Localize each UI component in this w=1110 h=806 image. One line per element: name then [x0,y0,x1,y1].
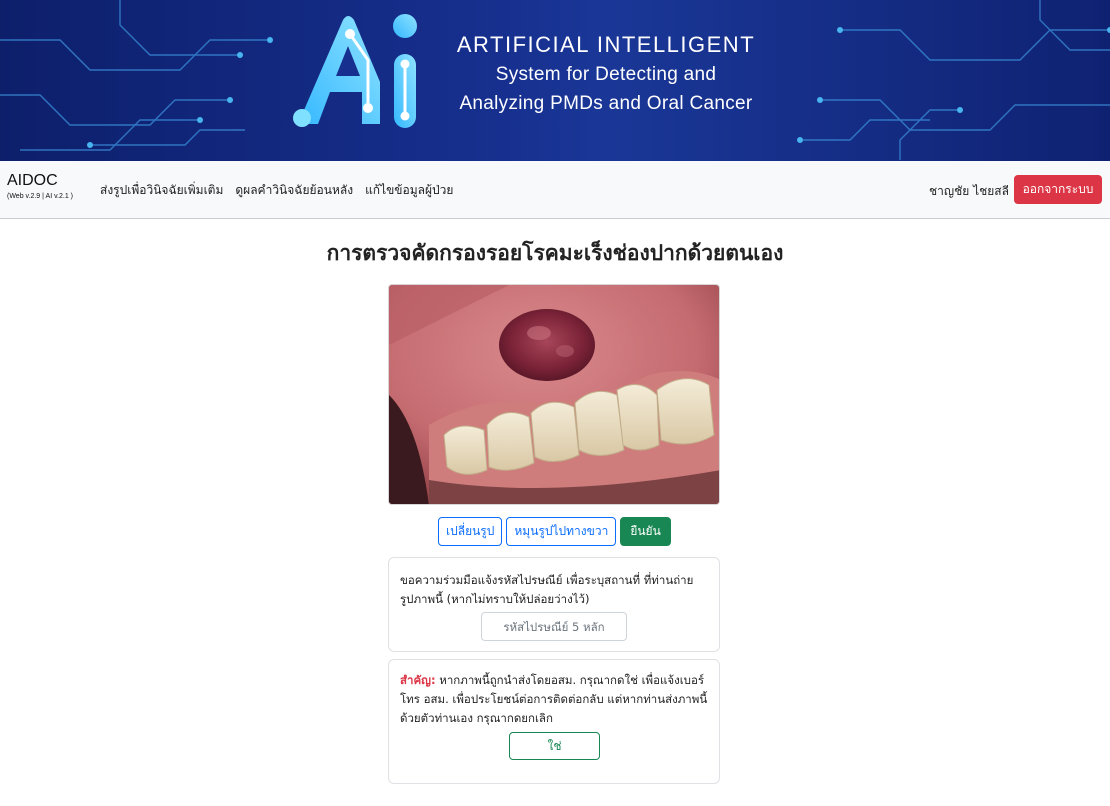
postcode-input[interactable] [481,612,627,641]
important-label: สำคัญ: [400,673,436,687]
header-banner: ARTIFICIAL INTELLIGENT System for Detect… [0,0,1110,161]
ai-logo-icon [293,14,417,128]
banner-subtitle-line1: System for Detecting and [495,64,717,85]
banner-title: ARTIFICIAL INTELLIGENT [456,32,756,57]
navbar-brand[interactable]: AIDOC (Web v.2.9 | AI v.2.1 ) [7,172,73,202]
user-name: ชาญชัย ไชยสลี [929,184,1009,198]
page-title: การตรวจคัดกรองรอยโรคมะเร็งช่องปากด้วยตนเ… [326,241,784,265]
brand-name: AIDOC [7,172,58,189]
top-navbar: AIDOC (Web v.2.9 | AI v.2.1 ) ส่งรูปเพื่… [0,161,1110,219]
image-actions: เปลี่ยนรูป หมุนรูปไปทางขวา ยืนยัน [438,517,671,546]
oral-photo-image [389,285,719,504]
yes-button[interactable]: ใช่ [509,732,600,760]
change-image-button[interactable]: เปลี่ยนรูป [438,517,503,546]
postcode-card: ขอความร่วมมือแจ้งรหัสไปรษณีย์ เพื่อระบุส… [388,557,720,652]
nav-links: ส่งรูปเพื่อวินิจฉัยเพิ่มเติม ดูผลคำวินิจ… [100,181,453,200]
brand-version: (Web v.2.9 | AI v.2.1 ) [7,193,74,200]
oral-lesion-photo [388,284,720,505]
important-notice: สำคัญ: หากภาพนี้ถูกนำส่งโดยอสม. กรุณากดใ… [400,671,710,728]
nav-link-diagnosis-history[interactable]: ดูผลคำวินิจฉัยย้อนหลัง [235,181,353,200]
banner-heading: ARTIFICIAL INTELLIGENT System for Detect… [436,30,776,118]
nav-link-edit-patient[interactable]: แก้ไขข้อมูลผู้ป่วย [365,181,453,200]
rotate-right-button[interactable]: หมุนรูปไปทางขวา [506,517,617,546]
nav-link-send-image[interactable]: ส่งรูปเพื่อวินิจฉัยเพิ่มเติม [100,181,223,200]
important-text: หากภาพนี้ถูกนำส่งโดยอสม. กรุณากดใช่ เพื่… [400,673,708,725]
important-card: สำคัญ: หากภาพนี้ถูกนำส่งโดยอสม. กรุณากดใ… [388,659,720,784]
postcode-instructions: ขอความร่วมมือแจ้งรหัสไปรษณีย์ เพื่อระบุส… [400,573,694,606]
banner-subtitle-line2: Analyzing PMDs and Oral Cancer [459,93,753,114]
logout-button[interactable]: ออกจากระบบ [1014,175,1102,204]
confirm-button[interactable]: ยืนยัน [620,517,671,546]
